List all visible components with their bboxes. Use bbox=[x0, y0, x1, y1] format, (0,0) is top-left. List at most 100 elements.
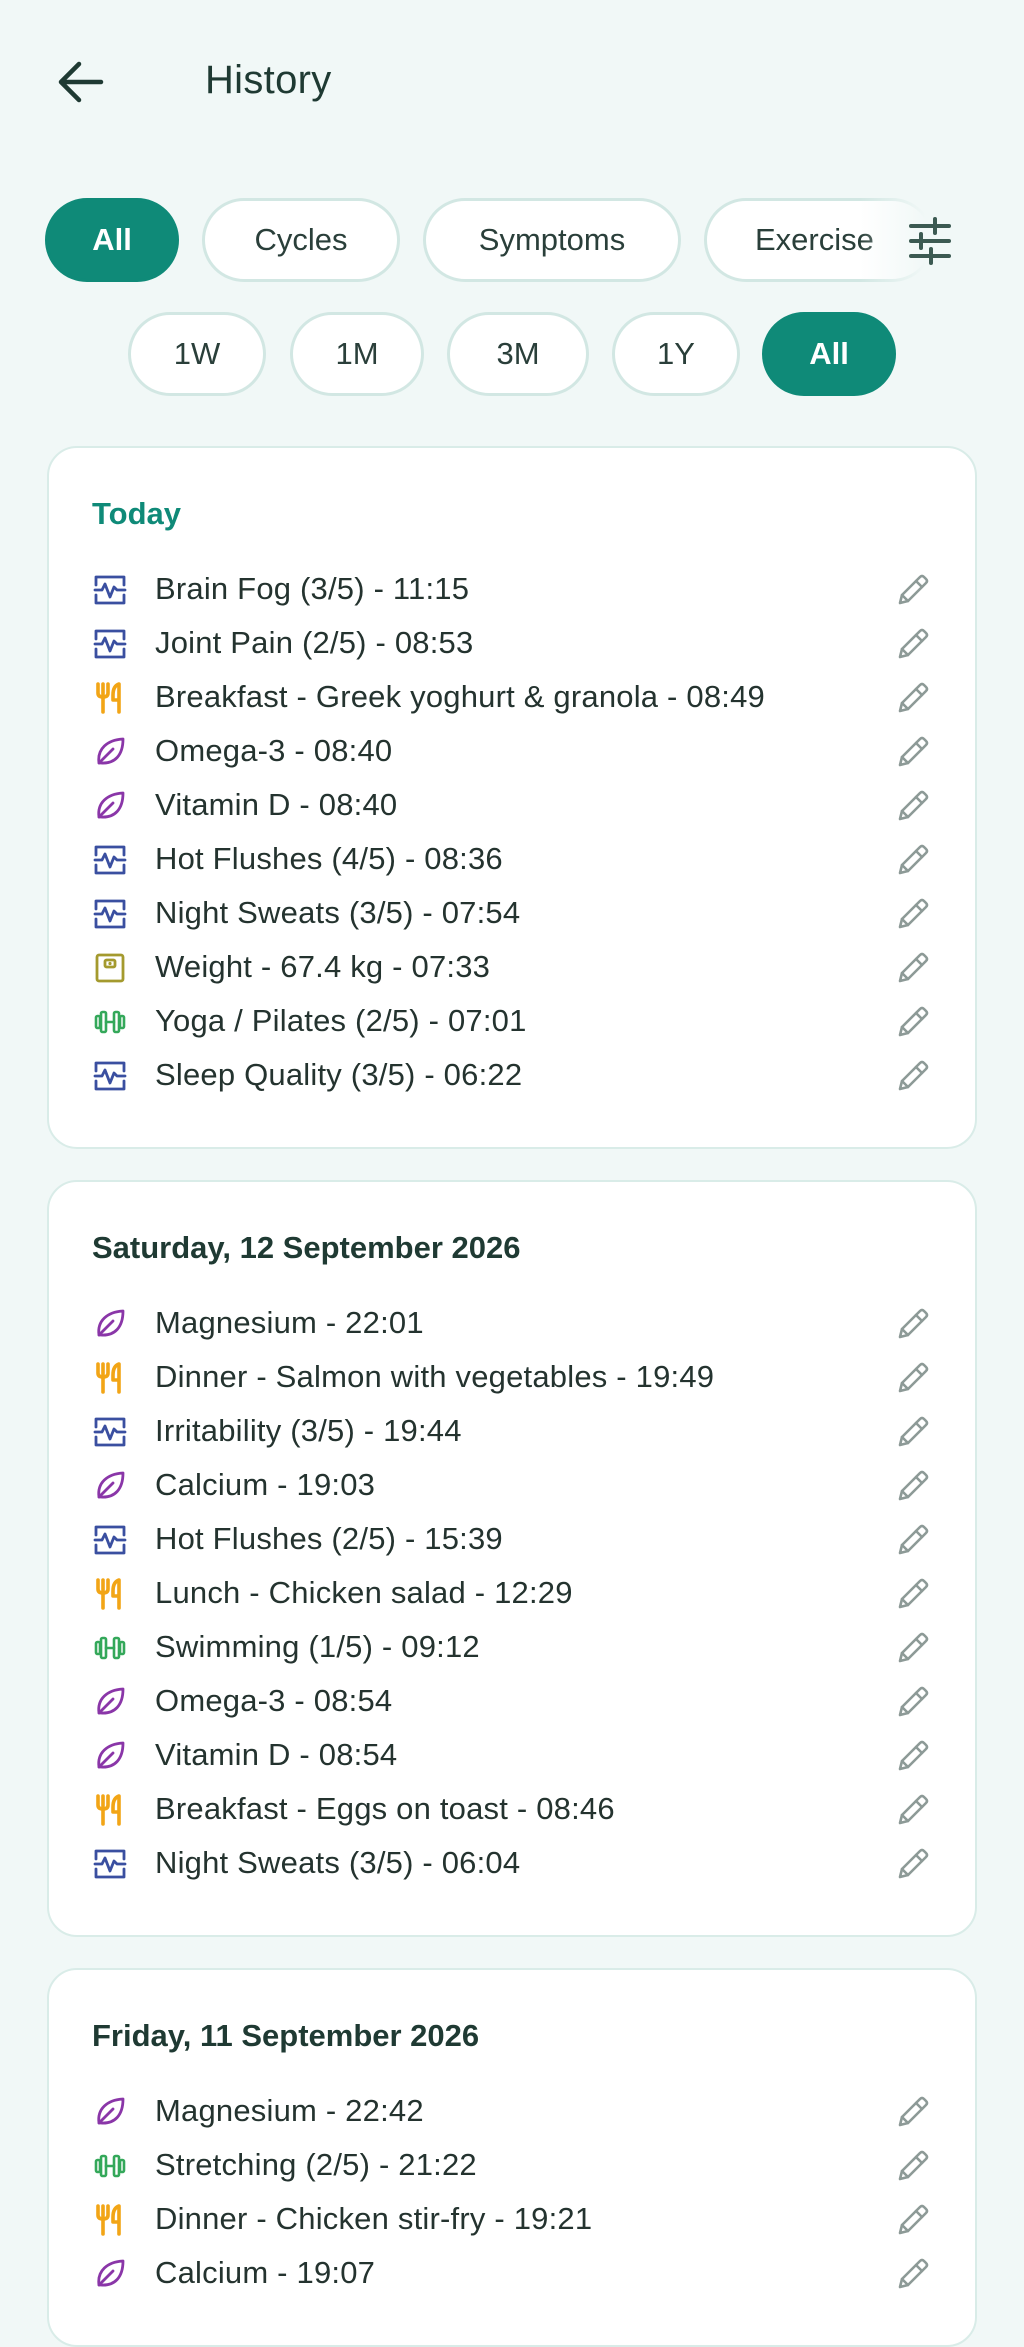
edit-entry-button[interactable] bbox=[894, 2255, 932, 2293]
history-entry: Hot Flushes (4/5) - 08:36 bbox=[49, 833, 979, 887]
pencil-icon bbox=[894, 1845, 932, 1883]
history-entry: Magnesium - 22:01 bbox=[49, 1297, 979, 1351]
edit-entry-button[interactable] bbox=[894, 1467, 932, 1505]
pencil-icon bbox=[894, 1575, 932, 1613]
edit-entry-button[interactable] bbox=[894, 733, 932, 771]
pencil-icon bbox=[894, 679, 932, 717]
entry-text: Hot Flushes (2/5) - 15:39 bbox=[155, 1521, 503, 1556]
edit-entry-button[interactable] bbox=[894, 1791, 932, 1829]
edit-entry-button[interactable] bbox=[894, 1575, 932, 1613]
history-entry: Swimming (1/5) - 09:12 bbox=[49, 1621, 979, 1675]
entry-text: Weight - 67.4 kg - 07:33 bbox=[155, 949, 491, 984]
edit-entry-button[interactable] bbox=[894, 895, 932, 933]
pencil-icon bbox=[894, 1359, 932, 1397]
edit-entry-button[interactable] bbox=[894, 1521, 932, 1559]
pencil-icon bbox=[894, 2255, 932, 2293]
symptom-icon bbox=[93, 1059, 127, 1093]
edit-entry-button[interactable] bbox=[894, 949, 932, 987]
history-entry: Magnesium - 22:42 bbox=[49, 2085, 979, 2139]
edit-entry-button[interactable] bbox=[894, 1359, 932, 1397]
symptom-icon bbox=[93, 1523, 127, 1557]
pencil-icon bbox=[894, 895, 932, 933]
supplement-icon bbox=[93, 2095, 127, 2129]
edit-entry-button[interactable] bbox=[894, 1003, 932, 1041]
symptom-icon bbox=[93, 1847, 127, 1881]
history-entry: Weight - 67.4 kg - 07:33 bbox=[49, 941, 979, 995]
category-chip-all[interactable]: All bbox=[45, 198, 179, 282]
edit-entry-button[interactable] bbox=[894, 1683, 932, 1721]
category-chip-cycles[interactable]: Cycles bbox=[202, 198, 400, 282]
entry-text: Swimming (1/5) - 09:12 bbox=[155, 1629, 480, 1664]
history-entry: Night Sweats (3/5) - 07:54 bbox=[49, 887, 979, 941]
symptom-icon bbox=[93, 1415, 127, 1449]
pencil-icon bbox=[894, 787, 932, 825]
pencil-icon bbox=[894, 1791, 932, 1829]
pencil-icon bbox=[894, 2201, 932, 2239]
meal-icon bbox=[93, 1793, 127, 1827]
history-entry: Breakfast - Greek yoghurt & granola - 08… bbox=[49, 671, 979, 725]
category-chip-symptoms[interactable]: Symptoms bbox=[423, 198, 681, 282]
exercise-icon bbox=[93, 2149, 127, 2183]
edit-entry-button[interactable] bbox=[894, 2093, 932, 2131]
supplement-icon bbox=[93, 1469, 127, 1503]
day-heading: Saturday, 12 September 2026 bbox=[92, 1230, 521, 1265]
filter-settings-button[interactable] bbox=[903, 214, 957, 268]
edit-entry-button[interactable] bbox=[894, 625, 932, 663]
history-entry: Irritability (3/5) - 19:44 bbox=[49, 1405, 979, 1459]
entry-text: Omega-3 - 08:54 bbox=[155, 1683, 393, 1718]
edit-entry-button[interactable] bbox=[894, 1845, 932, 1883]
pencil-icon bbox=[894, 733, 932, 771]
range-chip-3m[interactable]: 3M bbox=[447, 312, 589, 396]
entry-text: Vitamin D - 08:54 bbox=[155, 1737, 398, 1772]
back-button[interactable] bbox=[52, 54, 108, 110]
meal-icon bbox=[93, 681, 127, 715]
day-card-today: Today Brain Fog (3/5) - 11:15 Joint Pain (… bbox=[47, 446, 977, 1149]
page-title: History bbox=[205, 58, 332, 102]
edit-entry-button[interactable] bbox=[894, 1737, 932, 1775]
edit-entry-button[interactable] bbox=[894, 841, 932, 879]
pencil-icon bbox=[894, 1521, 932, 1559]
entry-text: Joint Pain (2/5) - 08:53 bbox=[155, 625, 474, 660]
range-chip-all[interactable]: All bbox=[762, 312, 896, 396]
edit-entry-button[interactable] bbox=[894, 1305, 932, 1343]
supplement-icon bbox=[93, 1685, 127, 1719]
range-chip-1w[interactable]: 1W bbox=[128, 312, 266, 396]
history-entry: Dinner - Chicken stir-fry - 19:21 bbox=[49, 2193, 979, 2247]
history-entry: Sleep Quality (3/5) - 06:22 bbox=[49, 1049, 979, 1103]
supplement-icon bbox=[93, 735, 127, 769]
meal-icon bbox=[93, 1577, 127, 1611]
history-entry: Yoga / Pilates (2/5) - 07:01 bbox=[49, 995, 979, 1049]
weight-icon bbox=[93, 951, 127, 985]
symptom-icon bbox=[93, 843, 127, 877]
supplement-icon bbox=[93, 2257, 127, 2291]
pencil-icon bbox=[894, 571, 932, 609]
entry-text: Lunch - Chicken salad - 12:29 bbox=[155, 1575, 573, 1610]
supplement-icon bbox=[93, 1739, 127, 1773]
history-entry: Brain Fog (3/5) - 11:15 bbox=[49, 563, 979, 617]
edit-entry-button[interactable] bbox=[894, 679, 932, 717]
range-chip-1m[interactable]: 1M bbox=[290, 312, 424, 396]
edit-entry-button[interactable] bbox=[894, 787, 932, 825]
edit-entry-button[interactable] bbox=[894, 571, 932, 609]
entry-text: Irritability (3/5) - 19:44 bbox=[155, 1413, 462, 1448]
edit-entry-button[interactable] bbox=[894, 1629, 932, 1667]
edit-entry-button[interactable] bbox=[894, 1413, 932, 1451]
entry-text: Night Sweats (3/5) - 07:54 bbox=[155, 895, 521, 930]
entry-text: Calcium - 19:07 bbox=[155, 2255, 376, 2290]
pencil-icon bbox=[894, 1305, 932, 1343]
pencil-icon bbox=[894, 949, 932, 987]
edit-entry-button[interactable] bbox=[894, 2201, 932, 2239]
edit-entry-button[interactable] bbox=[894, 1057, 932, 1095]
meal-icon bbox=[93, 1361, 127, 1395]
history-entry: Calcium - 19:07 bbox=[49, 2247, 979, 2301]
pencil-icon bbox=[894, 1057, 932, 1095]
history-entry: Hot Flushes (2/5) - 15:39 bbox=[49, 1513, 979, 1567]
history-entry: Breakfast - Eggs on toast - 08:46 bbox=[49, 1783, 979, 1837]
pencil-icon bbox=[894, 1683, 932, 1721]
edit-entry-button[interactable] bbox=[894, 2147, 932, 2185]
range-chip-1y[interactable]: 1Y bbox=[612, 312, 740, 396]
history-entry: Omega-3 - 08:54 bbox=[49, 1675, 979, 1729]
history-entry: Joint Pain (2/5) - 08:53 bbox=[49, 617, 979, 671]
history-entry: Vitamin D - 08:54 bbox=[49, 1729, 979, 1783]
entry-text: Sleep Quality (3/5) - 06:22 bbox=[155, 1057, 523, 1092]
